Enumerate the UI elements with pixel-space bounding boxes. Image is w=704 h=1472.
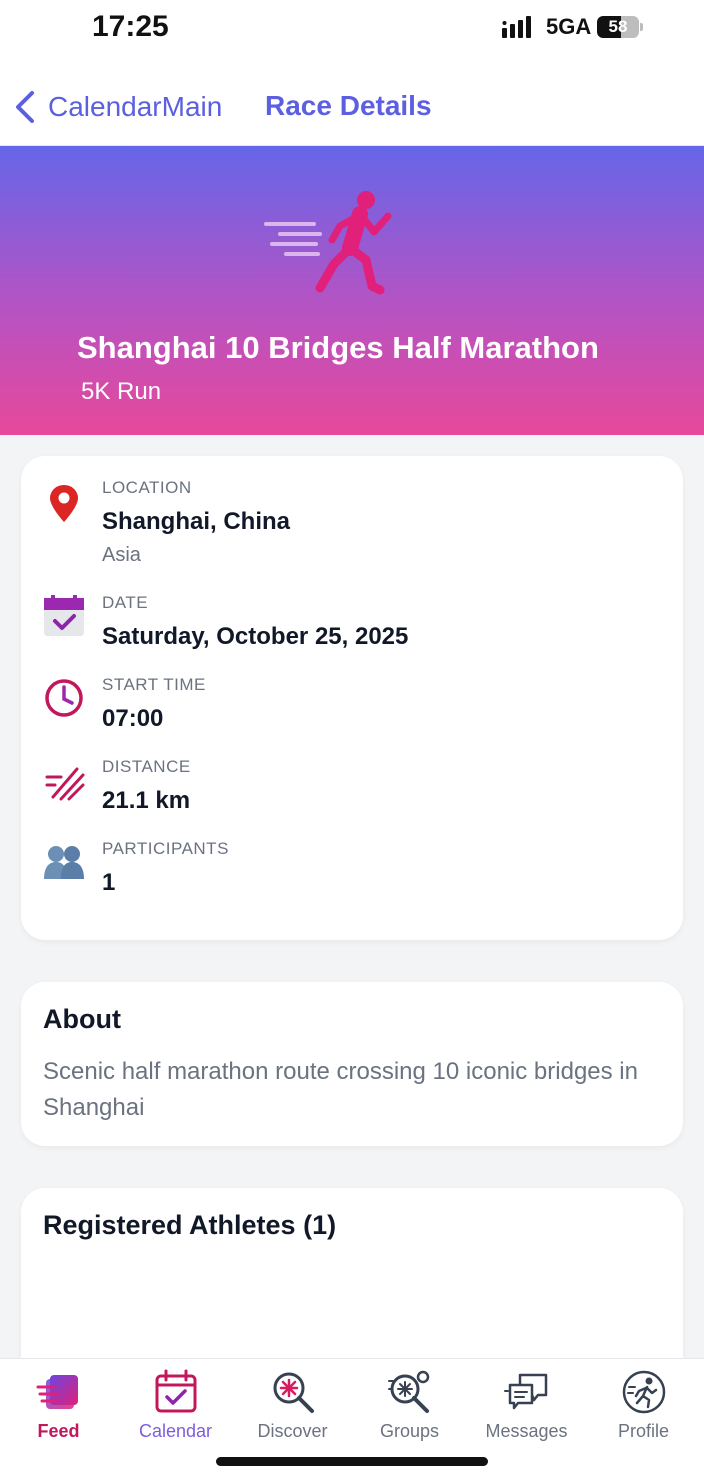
signal-icon [502,16,531,38]
detail-label: DATE [102,593,149,612]
messages-icon [503,1373,547,1410]
people-icon [44,846,84,879]
tab-label: Profile [617,1421,670,1441]
tab-calendar[interactable]: Calendar [117,1369,234,1445]
back-label: CalendarMain [48,91,223,122]
chevron-left-icon [16,91,34,123]
calendar-check-icon [44,595,84,636]
back-button[interactable]: CalendarMain [12,84,222,130]
detail-value: Shanghai, China [102,508,291,535]
athletes-heading: Registered Athletes (1) [43,1210,337,1240]
tab-profile[interactable]: Profile [585,1369,702,1445]
status-bar: 17:25 5GA 58 [0,0,704,56]
race-type: 5K Run [81,378,162,405]
profile-icon [622,1370,665,1414]
groups-icon [387,1370,429,1413]
discover-icon [273,1372,314,1413]
detail-value: Saturday, October 25, 2025 [102,623,409,650]
clock-icon [45,679,83,717]
feed-icon [36,1375,78,1409]
battery-percent: 58 [608,17,628,36]
tab-messages[interactable]: Messages [468,1369,585,1445]
about-description: Scenic half marathon route crossing 10 i… [43,1058,638,1121]
location-pin-icon [50,485,78,522]
page-title: Race Details [265,90,432,121]
tab-discover[interactable]: Discover [234,1369,351,1445]
home-indicator [216,1457,488,1466]
tab-groups[interactable]: Groups [351,1369,468,1445]
runner-icon [264,191,392,295]
detail-value: 21.1 km [102,787,191,814]
calendar-icon [155,1369,196,1413]
tab-label: Feed [37,1421,80,1441]
detail-value: 1 [102,869,116,896]
race-hero-banner: Shanghai 10 Bridges Half Marathon 5K Run [0,146,704,435]
network-type: 5GA [546,14,592,39]
tab-label: Groups [379,1421,440,1441]
detail-label: LOCATION [102,478,192,497]
tab-label: Messages [485,1421,568,1441]
status-time: 17:25 [92,10,169,43]
detail-label: START TIME [102,675,206,694]
about-heading: About [43,1004,121,1034]
bottom-tab-bar: Feed Calendar Discover Groups Messages P… [0,1358,704,1472]
tab-label: Calendar [138,1421,213,1441]
detail-label: DISTANCE [102,757,191,776]
navigation-bar: CalendarMain Race Details [0,56,704,146]
tab-label: Discover [257,1421,328,1441]
detail-subvalue: Asia [102,544,141,566]
detail-label: PARTICIPANTS [102,839,229,858]
tab-feed[interactable]: Feed [0,1369,117,1445]
speed-lines-icon [45,767,85,801]
race-details-card: LOCATION Shanghai, China Asia DATE Satur… [21,456,683,940]
detail-value: 07:00 [102,705,164,732]
race-title: Shanghai 10 Bridges Half Marathon [77,330,599,365]
about-card: About Scenic half marathon route crossin… [21,982,683,1146]
battery-icon: 58 [597,14,645,40]
